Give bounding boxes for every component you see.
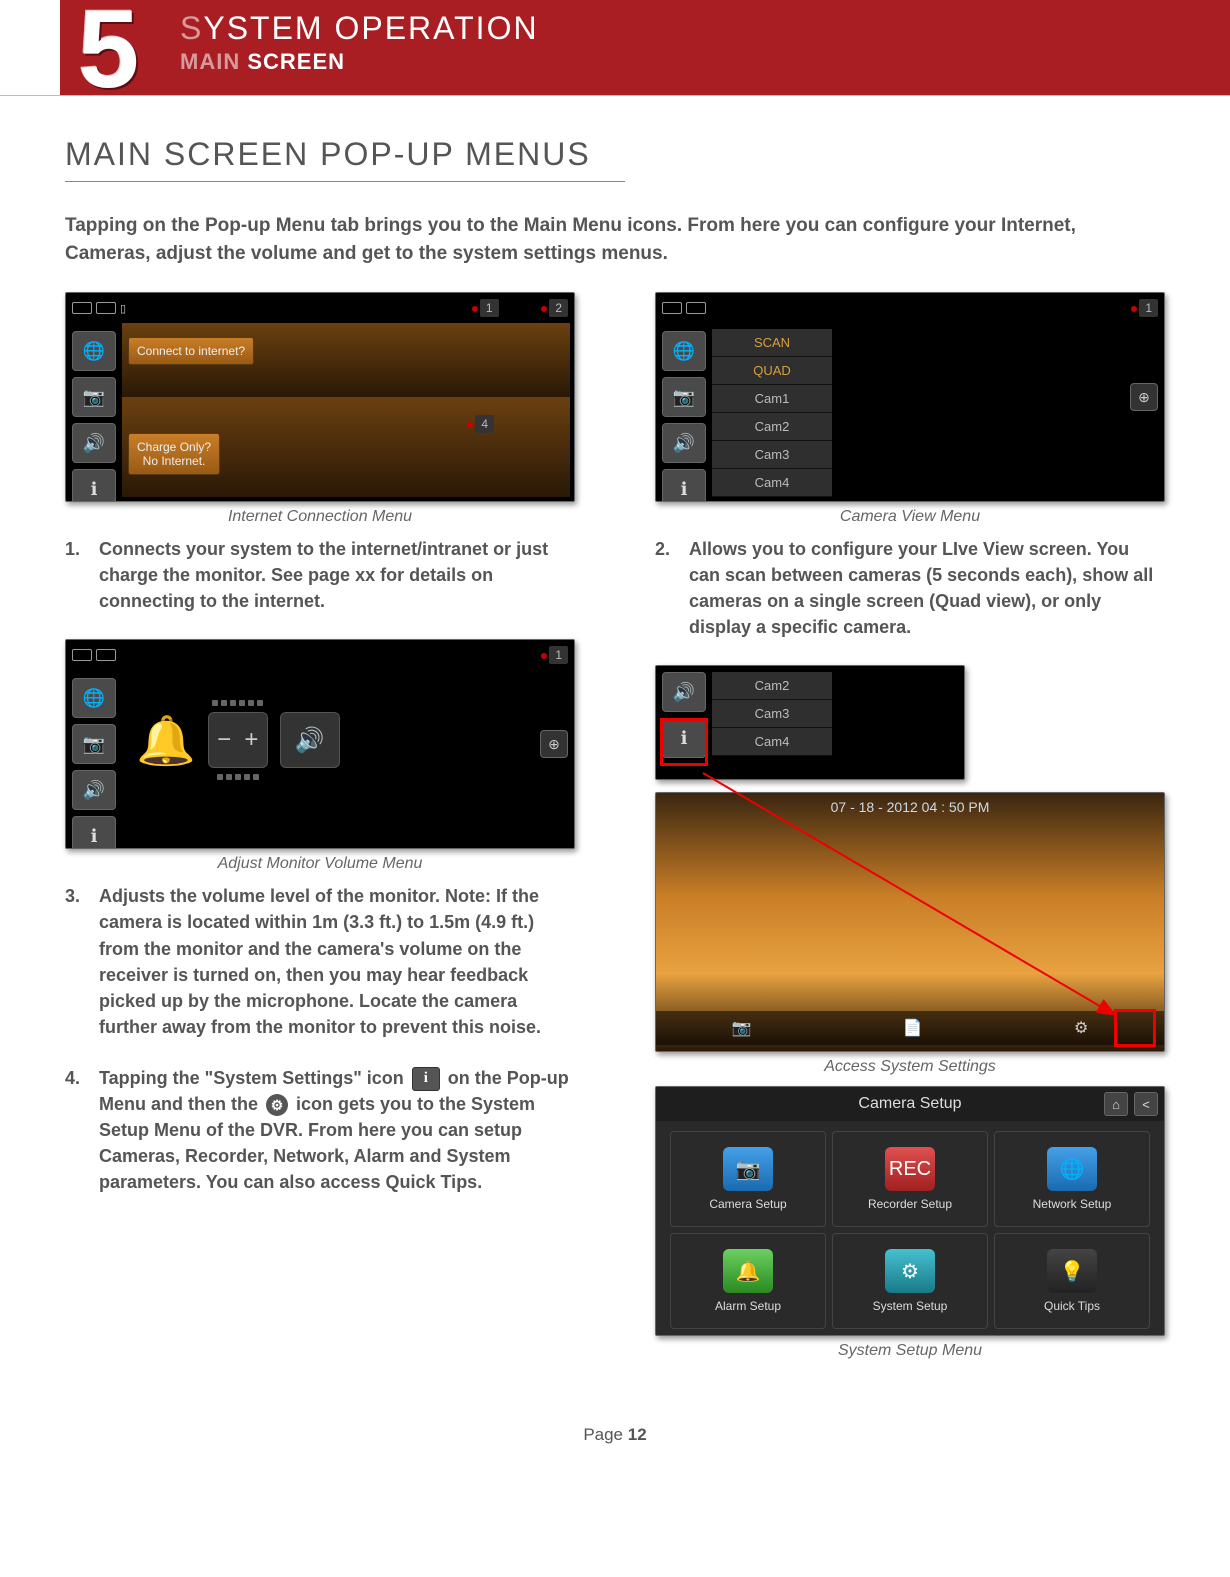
screenshot-volume-menu: 1 🌐 📷 🔊 ℹ 🔔 − + 🔊 ⊕ [65, 639, 575, 849]
item-4: 4. Tapping the "System Settings" icon i … [65, 1065, 575, 1196]
globe-icon[interactable]: 🌐 [72, 331, 116, 371]
rec-indicator-icon [472, 306, 478, 312]
globe-icon: 🌐 [1047, 1147, 1097, 1191]
zoom-in-icon[interactable]: ⊕ [1130, 383, 1158, 411]
gear-icon[interactable]: ⚙ [1074, 1018, 1088, 1038]
speaker-icon[interactable]: 🔊 [72, 770, 116, 810]
camera-icon: 📷 [723, 1147, 773, 1191]
screenshot-internet-menu: ▯ 1 2 🌐 📷 🔊 ℹ Connect to internet? Charg… [65, 292, 575, 502]
page-footer: Page 12 [0, 1400, 1230, 1480]
item-4-text-a: Tapping the "System Settings" icon [99, 1068, 409, 1088]
status-bar: ▯ 1 2 [72, 297, 568, 319]
info-icon: i [412, 1067, 440, 1091]
rec-indicator-icon [541, 306, 547, 312]
chapter-number: 5 [78, 0, 139, 105]
menu-item-cam3[interactable]: Cam3 [712, 441, 832, 469]
item-1: 1. Connects your system to the internet/… [65, 536, 575, 614]
menu-item-scan[interactable]: SCAN [712, 329, 832, 357]
item-2: 2. Allows you to configure your LIve Vie… [655, 536, 1165, 640]
bell-icon: 🔔 [136, 712, 196, 769]
menu-item-cam4[interactable]: Cam4 [712, 728, 832, 756]
access-toolbar: 📷 📄 ⚙ [656, 1011, 1164, 1045]
camera-icon[interactable]: 📷 [72, 377, 116, 417]
intro-text: Tapping on the Pop-up Menu tab brings yo… [65, 212, 1165, 267]
info-icon[interactable]: ℹ [72, 816, 116, 849]
gear-icon: ⚙ [266, 1094, 288, 1116]
tile-network-setup[interactable]: 🌐 Network Setup [994, 1131, 1150, 1227]
camera-view-menu: SCAN QUAD Cam1 Cam2 Cam3 Cam4 [712, 329, 832, 497]
screenshot-info-strip: 🔊 ℹ Cam2 Cam3 Cam4 [655, 665, 965, 780]
section-title: MAIN SCREEN POP-UP MENUS [65, 136, 625, 182]
speaker-icon[interactable]: 🔊 [662, 423, 706, 463]
connect-internet-popup[interactable]: Connect to internet? [128, 337, 254, 365]
bell-icon: 🔔 [723, 1249, 773, 1293]
item-3: 3. Adjusts the volume level of the monit… [65, 883, 575, 1040]
charge-only-popup[interactable]: Charge Only? No Internet. [128, 433, 220, 475]
tile-recorder-setup[interactable]: REC Recorder Setup [832, 1131, 988, 1227]
speaker-icon[interactable]: 🔊 [72, 423, 116, 463]
cam-badge-1: 1 [549, 646, 568, 664]
menu-item-cam4[interactable]: Cam4 [712, 469, 832, 497]
tile-alarm-setup[interactable]: 🔔 Alarm Setup [670, 1233, 826, 1329]
camera-icon[interactable]: 📷 [732, 1018, 752, 1038]
left-column: ▯ 1 2 🌐 📷 🔊 ℹ Connect to internet? Charg… [65, 292, 575, 1370]
speaker-icon[interactable]: 🔊 [662, 672, 706, 712]
globe-icon[interactable]: 🌐 [662, 331, 706, 371]
info-icon[interactable]: ℹ [72, 469, 116, 502]
setup-window-title: Camera Setup ⌂ < [656, 1087, 1164, 1121]
menu-item-cam1[interactable]: Cam1 [712, 385, 832, 413]
screenshot-camera-menu: 1 🌐 📷 🔊 ℹ SCAN QUAD Cam1 Cam2 Cam3 Cam4 … [655, 292, 1165, 502]
file-icon[interactable]: 📄 [903, 1018, 923, 1038]
status-bar: 1 [662, 297, 1158, 319]
chapter-subtitle: MAIN SCREEN [180, 49, 539, 75]
chapter-header: 5 SYSTEM OPERATION MAIN SCREEN [60, 0, 1230, 95]
camera-icon[interactable]: 📷 [72, 724, 116, 764]
chapter-title: SYSTEM OPERATION [180, 10, 539, 47]
back-button[interactable]: < [1134, 1092, 1158, 1116]
gear-icon: ⚙ [885, 1249, 935, 1293]
info-icon[interactable]: ℹ [662, 469, 706, 502]
callout-info-icon [660, 718, 708, 766]
menu-item-quad[interactable]: QUAD [712, 357, 832, 385]
caption-access: Access System Settings [655, 1058, 1165, 1076]
menu-item-cam3[interactable]: Cam3 [712, 700, 832, 728]
caption-internet: Internet Connection Menu [65, 508, 575, 526]
right-column: 1 🌐 📷 🔊 ℹ SCAN QUAD Cam1 Cam2 Cam3 Cam4 … [655, 292, 1165, 1370]
status-bar: 1 [72, 644, 568, 666]
caption-camera: Camera View Menu [655, 508, 1165, 526]
caption-setup: System Setup Menu [655, 1342, 1165, 1360]
volume-panel: 🔔 − + 🔊 [136, 700, 340, 780]
callout-gear-icon [1114, 1009, 1156, 1047]
globe-icon[interactable]: 🌐 [72, 678, 116, 718]
tile-quick-tips[interactable]: 💡 Quick Tips [994, 1233, 1150, 1329]
home-button[interactable]: ⌂ [1104, 1092, 1128, 1116]
zoom-in-icon[interactable]: ⊕ [540, 730, 568, 758]
menu-item-cam2[interactable]: Cam2 [712, 413, 832, 441]
datetime-display: 07 - 18 - 2012 04 : 50 PM [656, 799, 1164, 815]
caption-volume: Adjust Monitor Volume Menu [65, 855, 575, 873]
camera-icon[interactable]: 📷 [662, 377, 706, 417]
cam-badge-4: 4 [475, 415, 494, 433]
screenshot-access-settings: 07 - 18 - 2012 04 : 50 PM 📷 📄 ⚙ [655, 792, 1165, 1052]
cam-badge-1: 1 [480, 299, 499, 317]
volume-decrease-button[interactable]: − + [208, 712, 268, 768]
screenshot-system-setup: Camera Setup ⌂ < 📷 Camera Setup REC Reco… [655, 1086, 1165, 1336]
lightbulb-icon: 💡 [1047, 1249, 1097, 1293]
cam-badge-2: 2 [549, 299, 568, 317]
rec-icon: REC [885, 1147, 935, 1191]
cam-badge-1: 1 [1139, 299, 1158, 317]
tile-system-setup[interactable]: ⚙ System Setup [832, 1233, 988, 1329]
menu-item-cam2[interactable]: Cam2 [712, 672, 832, 700]
volume-speaker-display: 🔊 [280, 712, 340, 768]
tile-camera-setup[interactable]: 📷 Camera Setup [670, 1131, 826, 1227]
